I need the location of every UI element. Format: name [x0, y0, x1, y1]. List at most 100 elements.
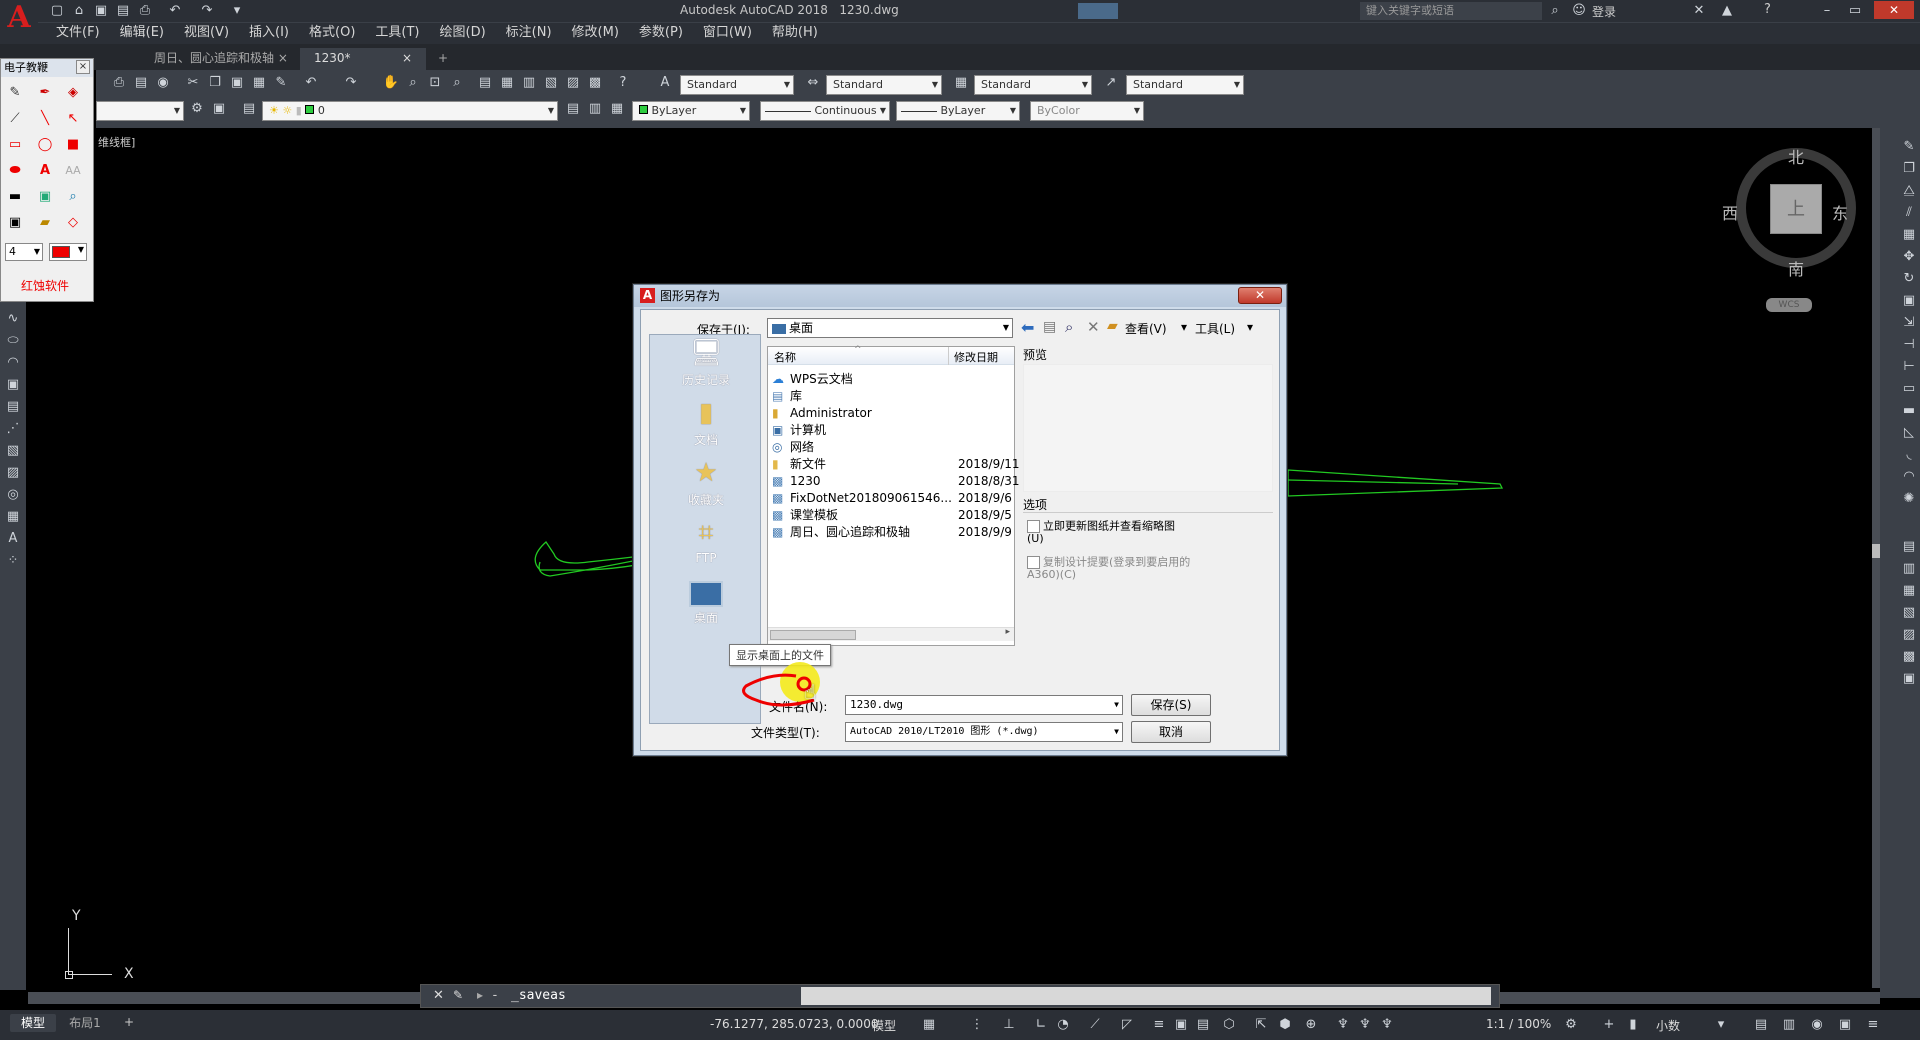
undo-icon[interactable]: ↶	[166, 2, 184, 20]
layer-previous-icon[interactable]: ▥	[586, 100, 604, 118]
stretch-icon[interactable]: ⇲	[1900, 314, 1918, 332]
copy-icon[interactable]: ❐	[1900, 160, 1918, 178]
lineweight-select[interactable]: ByLayer ▼	[896, 101, 1020, 121]
scroll-thumb[interactable]	[770, 630, 856, 640]
dim-diameter-icon[interactable]: ▩	[1900, 648, 1918, 666]
zoom-previous-icon[interactable]: ⌕	[448, 74, 466, 92]
add-layout-icon[interactable]: +	[124, 1015, 134, 1029]
insert-block-icon[interactable]: ▣	[4, 376, 22, 394]
layout-tab-1[interactable]: 布局1	[62, 1014, 108, 1032]
design-center-icon[interactable]: ▦	[498, 74, 516, 92]
erase-icon[interactable]: ✎	[1900, 138, 1918, 156]
text-style-select[interactable]: Standard ▼	[680, 75, 794, 95]
pen-size-select[interactable]: 4 ▼	[5, 243, 43, 261]
help-icon[interactable]: ?	[614, 74, 632, 92]
open-folder-icon[interactable]: ▰	[35, 213, 55, 233]
chevron-down-icon[interactable]: ▾	[1712, 1016, 1730, 1034]
place-documents[interactable]: ▮ 文档	[650, 397, 762, 448]
pen-color-select[interactable]: ▼	[49, 243, 87, 261]
new-icon[interactable]: ▢	[48, 2, 66, 20]
menu-edit[interactable]: 编辑(E)	[110, 23, 174, 43]
ellipse-icon[interactable]: ◯	[35, 135, 55, 155]
tools-menu[interactable]: 工具(L)	[1195, 320, 1235, 337]
menu-insert[interactable]: 插入(I)	[239, 23, 299, 43]
copy-design-feed-option[interactable]: 复制设计提要(登录到要启用的A360)(C)	[1027, 556, 1217, 580]
compass-north[interactable]: 北	[1788, 144, 1804, 168]
array-icon[interactable]: ▦	[1900, 226, 1918, 244]
table-icon[interactable]: ▦	[4, 508, 22, 526]
match-icon[interactable]: ▦	[250, 74, 268, 92]
redo-icon[interactable]: ↷	[198, 2, 216, 20]
gradient-icon[interactable]: ▨	[4, 464, 22, 482]
redo-icon[interactable]: ↷	[342, 74, 360, 92]
customize-icon[interactable]: ▾	[228, 2, 246, 20]
properties-icon[interactable]: ▤	[476, 74, 494, 92]
menu-view[interactable]: 视图(V)	[174, 23, 239, 43]
file-row[interactable]: ▩ 周日、圆心追踪和极轴 2018/9/9	[772, 522, 1012, 542]
menu-file[interactable]: 文件(F)	[46, 23, 110, 43]
back-icon[interactable]: ⬅	[1021, 318, 1034, 337]
gizmo-icon[interactable]: ⊕	[1302, 1016, 1320, 1034]
saveas-icon[interactable]: ▤	[114, 2, 132, 20]
blend-icon[interactable]: ◠	[1900, 468, 1918, 486]
place-favorites[interactable]: ★ 收藏夹	[650, 457, 762, 508]
spline-icon[interactable]: ∿	[4, 310, 22, 328]
mtext-icon[interactable]: A	[4, 530, 22, 548]
dim-linear-icon[interactable]: ▤	[1900, 538, 1918, 556]
zoom-window-icon[interactable]: ⊡	[426, 74, 444, 92]
filename-input[interactable]: 1230.dwg ▼	[845, 695, 1123, 715]
column-name[interactable]: 名称	[774, 349, 796, 365]
selection-cycling-icon[interactable]: ▤	[1194, 1016, 1212, 1034]
login-link[interactable]: 登录	[1592, 3, 1616, 20]
paste-icon[interactable]: ▣	[228, 74, 246, 92]
undo-icon[interactable]: ↶	[302, 74, 320, 92]
grid-icon[interactable]: ▦	[920, 1016, 938, 1034]
arrow-icon[interactable]: ↖	[63, 109, 83, 129]
dim-angular-icon[interactable]: ▣	[1900, 670, 1918, 688]
save-icon[interactable]: ▣	[92, 2, 110, 20]
units-select[interactable]: 小数	[1656, 1017, 1680, 1034]
fillet-icon[interactable]: ◟	[1900, 446, 1918, 464]
3d-osnap-icon[interactable]: ⬡	[1220, 1016, 1238, 1034]
dim-style-icon[interactable]: ⇔	[804, 74, 822, 92]
zoom-realtime-icon[interactable]: ⌕	[404, 74, 422, 92]
delete-icon[interactable]: ✕	[1087, 318, 1100, 336]
break-icon[interactable]: ▭	[1900, 380, 1918, 398]
brush-icon[interactable]: ✎	[272, 74, 290, 92]
command-line[interactable]: ✕ ✎ ▸ - _saveas	[420, 984, 1500, 1008]
ellipse-arc-icon[interactable]: ◠	[4, 354, 22, 372]
preview-icon[interactable]: ▤	[132, 74, 150, 92]
cancel-button[interactable]: 取消	[1131, 721, 1211, 743]
help-icon[interactable]: ?	[1764, 2, 1771, 17]
polar-icon[interactable]: ◔	[1054, 1016, 1072, 1034]
save-in-select[interactable]: 桌面 ▼	[767, 318, 1013, 338]
pan-icon[interactable]: ✋	[382, 74, 400, 92]
gear-icon[interactable]: ⚙	[1562, 1016, 1580, 1034]
dim-ordinate-icon[interactable]: ▧	[1900, 604, 1918, 622]
plotstyle-select[interactable]: ByColor ▼	[1030, 101, 1144, 121]
magnifier-icon[interactable]: ⌕	[63, 187, 83, 207]
explode-icon[interactable]: ✺	[1900, 490, 1918, 508]
search-web-icon[interactable]: ⌕	[1065, 318, 1073, 336]
cut-icon[interactable]: ✂	[184, 74, 202, 92]
layout-tab-model[interactable]: 模型	[10, 1014, 56, 1032]
file-list-hscroll[interactable]: ▸	[768, 627, 1014, 641]
region-icon[interactable]: ◎	[4, 486, 22, 504]
transparency-icon[interactable]: ▣	[1172, 1016, 1190, 1034]
eraser-icon[interactable]: ◈	[63, 83, 83, 103]
workspace-select[interactable]: ▼	[96, 101, 184, 121]
mirror-icon[interactable]: ⧋	[1900, 182, 1918, 200]
lock-ui-icon[interactable]: ▥	[1780, 1016, 1798, 1034]
view-dropdown-icon[interactable]: ▾	[1181, 320, 1187, 334]
a360-icon[interactable]: ▲	[1718, 2, 1736, 20]
close-icon[interactable]: ✕	[1238, 287, 1282, 304]
print-icon[interactable]: ⎙	[136, 2, 154, 20]
close-icon[interactable]: ×	[278, 51, 288, 65]
open-icon[interactable]: ⌂	[70, 2, 88, 20]
customization-icon[interactable]: ≡	[1864, 1016, 1882, 1034]
minimize-icon[interactable]: –	[1818, 2, 1836, 20]
join-icon[interactable]: ▬	[1900, 402, 1918, 420]
command-text[interactable]: _saveas	[511, 988, 566, 1003]
gear-icon[interactable]: ⚙	[188, 100, 206, 118]
autocad-logo[interactable]: A	[0, 0, 38, 38]
